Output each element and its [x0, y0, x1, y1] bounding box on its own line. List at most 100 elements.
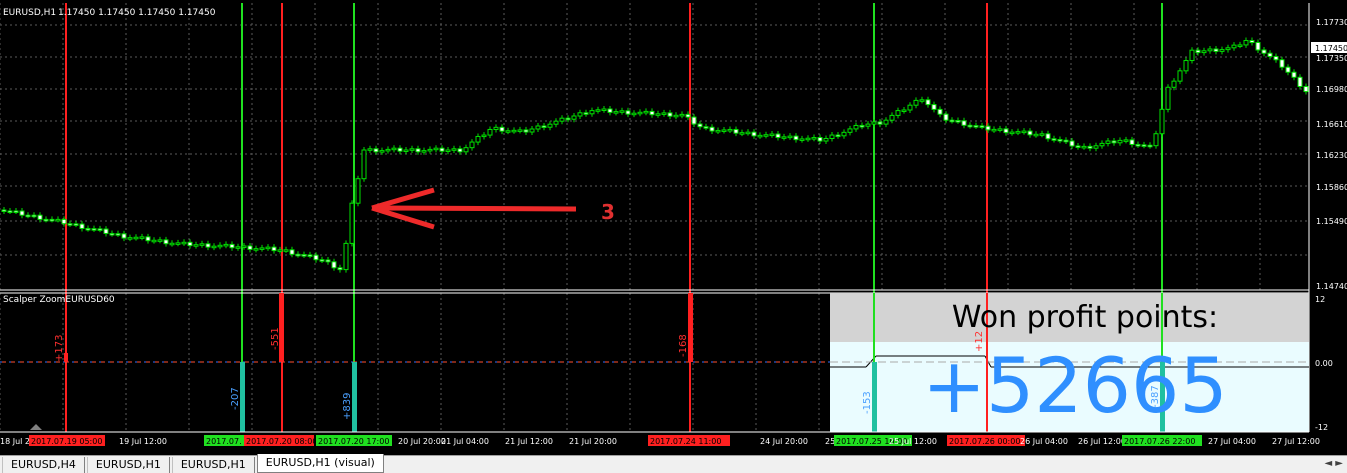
- candle-body: [631, 112, 637, 116]
- candle-body: [511, 129, 517, 133]
- candle-body: [73, 223, 79, 226]
- candle-body: [991, 128, 997, 132]
- candle-body: [199, 243, 205, 246]
- candle-body: [7, 210, 13, 213]
- time-label: 25: [825, 437, 835, 446]
- chart-area[interactable]: EURUSD,H1 1.17450 1.17450 1.17450 1.1745…: [0, 0, 1347, 455]
- candle-body: [217, 244, 223, 248]
- chart-ohlc: 1.17450 1.17450 1.17450 1.17450: [58, 8, 216, 18]
- candle-body: [67, 223, 73, 226]
- candle-body: [1117, 139, 1123, 144]
- signal-label-blue: -153: [862, 391, 873, 414]
- time-marker-red-text: 2017.07.19 05:00: [31, 437, 102, 446]
- candle-body: [721, 129, 727, 132]
- candle-body: [883, 119, 889, 125]
- candle-body: [421, 150, 427, 153]
- candle-body: [1033, 133, 1039, 137]
- candle-body: [613, 111, 619, 114]
- price-tick: 1.16230: [1316, 151, 1347, 160]
- indicator-name: Scalper ZoomEURUSD60: [3, 295, 115, 305]
- candle-body: [1255, 42, 1261, 51]
- candle-body: [553, 120, 559, 125]
- candle-body: [589, 110, 595, 115]
- candle-body: [913, 99, 919, 106]
- candle-body: [1303, 86, 1309, 93]
- candle-body: [1129, 139, 1135, 145]
- candle-body: [409, 148, 415, 151]
- candle-body: [1027, 130, 1033, 136]
- candle-body: [307, 254, 313, 257]
- candle-body: [841, 131, 847, 137]
- time-label: 18 Jul 2: [0, 437, 30, 446]
- candle-body: [1243, 40, 1249, 46]
- candle-body: [1159, 108, 1165, 135]
- candle-body: [679, 113, 685, 117]
- candle-body: [439, 147, 445, 152]
- candle-body: [535, 125, 541, 130]
- candle-body: [1171, 80, 1177, 88]
- candle-body: [241, 245, 247, 248]
- candle-body: [877, 121, 883, 125]
- price-tick: 1.17350: [1316, 54, 1347, 63]
- candle-body: [31, 214, 37, 218]
- time-marker-red-text: 2017.07.24 11:00: [650, 437, 721, 446]
- candle-body: [289, 249, 295, 255]
- candle-body: [1135, 143, 1141, 147]
- candle-body: [607, 108, 613, 113]
- signal-label-red: -551: [270, 327, 281, 350]
- candle-body: [61, 218, 67, 225]
- candle-body: [1123, 139, 1129, 142]
- candle-body: [349, 202, 355, 244]
- tab-eurusd-h1[interactable]: EURUSD,H1: [86, 457, 170, 473]
- price-tick: 1.15490: [1316, 217, 1347, 226]
- candle-body: [175, 242, 181, 245]
- candle-body: [379, 150, 385, 153]
- candle-body: [265, 246, 271, 250]
- time-label: 21 Jul 20:00: [569, 437, 617, 446]
- candle-body: [1153, 133, 1159, 147]
- candle-body: [319, 259, 325, 262]
- candle-body: [493, 126, 499, 130]
- candle-body: [823, 138, 829, 142]
- candle-body: [805, 137, 811, 141]
- candle-body: [571, 115, 577, 120]
- candle-body: [19, 210, 25, 216]
- candle-body: [559, 117, 565, 122]
- candle-body: [871, 121, 877, 125]
- signal-label-blue: -387: [1150, 385, 1161, 408]
- candle-body: [817, 137, 823, 142]
- candle-body: [1267, 52, 1273, 57]
- candle-body: [211, 245, 217, 249]
- profit-title: Won profit points:: [952, 300, 1218, 335]
- candle-body: [463, 147, 469, 153]
- scroll-marker-icon: [30, 424, 42, 430]
- candle-body: [253, 248, 259, 251]
- candle-body: [1213, 48, 1219, 52]
- profit-panel: Won profit points: +52665 +12 -153 -387: [830, 293, 1309, 432]
- signal-label-blue: -207: [230, 387, 241, 410]
- candle-body: [301, 254, 307, 257]
- tab-scroll-arrows-icon[interactable]: ◄ ►: [1324, 458, 1343, 469]
- candle-body: [1075, 145, 1081, 148]
- time-label: 21 Jul 12:00: [505, 437, 553, 446]
- tab-eurusd-h4[interactable]: EURUSD,H4: [2, 457, 85, 473]
- time-label: 26 Jul 12:00: [1078, 437, 1126, 446]
- candle-body: [973, 125, 979, 128]
- candle-body: [343, 242, 349, 271]
- candle-body: [793, 135, 799, 141]
- candle-body: [655, 113, 661, 116]
- candle-body: [967, 124, 973, 128]
- candle-body: [637, 111, 643, 115]
- candle-body: [151, 239, 157, 243]
- candle-body: [739, 132, 745, 135]
- candle-body: [271, 246, 277, 252]
- candle-body: [985, 125, 991, 131]
- candle-body: [757, 134, 763, 138]
- candle-body: [181, 241, 187, 245]
- candle-body: [1069, 140, 1075, 147]
- tab-eurusd-h1-visual[interactable]: EURUSD,H1 (visual): [256, 454, 384, 473]
- candle-body: [529, 128, 535, 133]
- tab-eurusd-h1-2[interactable]: EURUSD,H1: [171, 457, 255, 473]
- price-tick: 1.16610: [1316, 120, 1347, 129]
- time-label: 27 Jul 12:00: [1272, 437, 1320, 446]
